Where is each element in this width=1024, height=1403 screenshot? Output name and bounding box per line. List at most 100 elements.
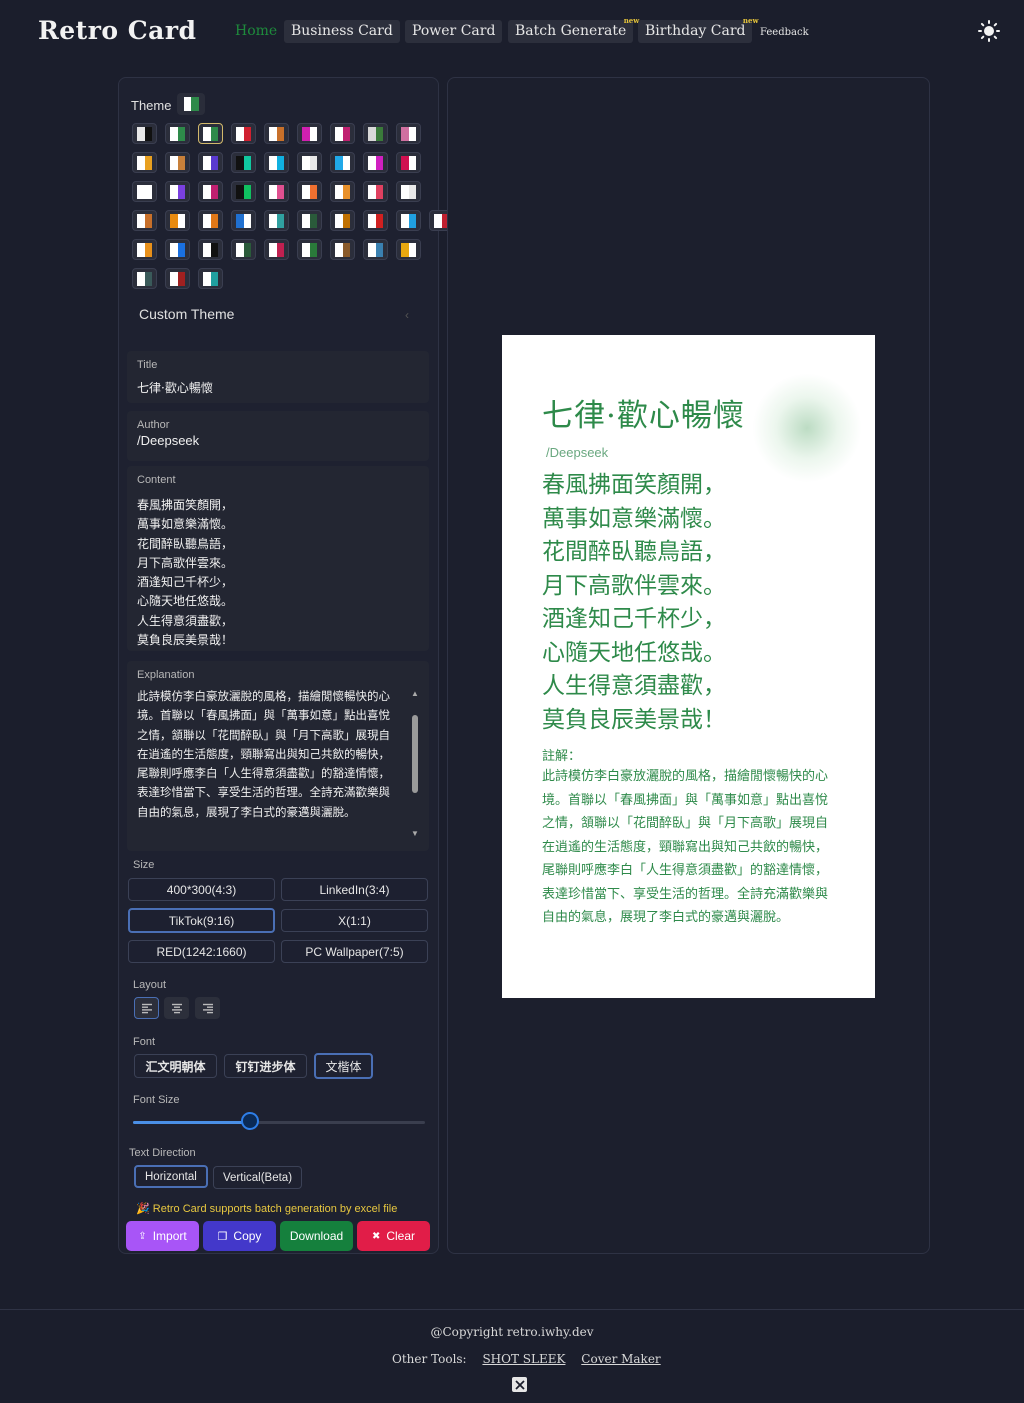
theme-swatch[interactable] bbox=[198, 239, 223, 260]
theme-swatch[interactable] bbox=[330, 152, 355, 173]
card-title: 七律·歡心暢懷 bbox=[542, 398, 745, 434]
theme-swatch[interactable] bbox=[396, 123, 421, 144]
nav-home[interactable]: Home bbox=[228, 20, 284, 43]
align-left-icon[interactable] bbox=[134, 997, 159, 1019]
content-textarea[interactable]: 春風拂面笑顏開， 萬事如意樂滿懷。 花間醉臥聽鳥語， 月下高歌伴雲來。 酒逢知己… bbox=[137, 496, 233, 650]
custom-theme-toggle[interactable]: Custom Theme bbox=[139, 306, 234, 322]
theme-swatch[interactable] bbox=[231, 152, 256, 173]
font-size-slider-handle[interactable] bbox=[240, 1112, 259, 1130]
align-center-icon[interactable] bbox=[164, 997, 189, 1019]
title-input[interactable]: 七律·歡心暢懷 bbox=[137, 379, 213, 396]
size-option-red[interactable]: RED(1242:1660) bbox=[128, 940, 275, 963]
theme-swatch[interactable] bbox=[396, 181, 421, 202]
theme-swatch[interactable] bbox=[330, 210, 355, 231]
theme-swatch[interactable] bbox=[132, 181, 157, 202]
theme-swatch[interactable] bbox=[396, 152, 421, 173]
import-button[interactable]: ⇪ Import bbox=[126, 1221, 199, 1251]
align-right-icon[interactable] bbox=[195, 997, 220, 1019]
size-option-x[interactable]: X(1:1) bbox=[281, 909, 428, 932]
theme-swatch[interactable] bbox=[297, 123, 322, 144]
theme-swatch[interactable] bbox=[132, 268, 157, 289]
explanation-textarea[interactable]: 此詩模仿李白豪放灑脫的風格，描繪閒懷暢快的心境。首聯以「春風拂面」與「萬事如意」… bbox=[137, 687, 399, 822]
theme-swatch[interactable] bbox=[297, 152, 322, 173]
font-option-huiwen[interactable]: 汇文明朝体 bbox=[134, 1054, 217, 1078]
x-icon[interactable] bbox=[512, 1377, 527, 1392]
theme-swatch[interactable] bbox=[363, 152, 388, 173]
sun-icon[interactable] bbox=[978, 20, 1000, 42]
theme-swatch[interactable] bbox=[363, 239, 388, 260]
card-content: 春風拂面笑顏開， 萬事如意樂滿懷。 花間醉臥聽鳥語， 月下高歌伴雲來。 酒逢知己… bbox=[542, 472, 726, 733]
theme-swatch[interactable] bbox=[330, 123, 355, 144]
size-option-4-3[interactable]: 400*300(4:3) bbox=[128, 878, 275, 901]
nav-feedback[interactable]: Feedback bbox=[753, 24, 816, 47]
nav-business-card[interactable]: Business Card bbox=[284, 20, 400, 43]
nav-birthday-card-label: Birthday Card bbox=[645, 23, 746, 39]
theme-swatch[interactable] bbox=[165, 123, 190, 144]
theme-swatch[interactable] bbox=[132, 239, 157, 260]
theme-swatch[interactable] bbox=[165, 152, 190, 173]
size-option-linkedin[interactable]: LinkedIn(3:4) bbox=[281, 878, 428, 901]
theme-swatch[interactable] bbox=[198, 152, 223, 173]
explanation-field[interactable]: Explanation 此詩模仿李白豪放灑脫的風格，描繪閒懷暢快的心境。首聯以「… bbox=[127, 661, 429, 851]
font-size-slider-fill bbox=[133, 1121, 250, 1124]
theme-swatch[interactable] bbox=[132, 152, 157, 173]
copy-button[interactable]: ❐ Copy bbox=[203, 1221, 276, 1251]
theme-swatch[interactable] bbox=[330, 181, 355, 202]
theme-swatch[interactable] bbox=[165, 268, 190, 289]
theme-swatch[interactable] bbox=[396, 210, 421, 231]
theme-swatch[interactable] bbox=[264, 123, 289, 144]
nav-power-card[interactable]: Power Card bbox=[405, 20, 503, 43]
theme-swatch[interactable] bbox=[198, 268, 223, 289]
theme-swatch[interactable] bbox=[297, 210, 322, 231]
content-field[interactable]: Content 春風拂面笑顏開， 萬事如意樂滿懷。 花間醉臥聽鳥語， 月下高歌伴… bbox=[127, 466, 429, 651]
theme-swatch[interactable] bbox=[231, 239, 256, 260]
chevron-left-icon[interactable]: ‹ bbox=[405, 308, 409, 322]
theme-swatch[interactable] bbox=[165, 239, 190, 260]
author-field[interactable]: Author /Deepseek bbox=[127, 411, 429, 461]
theme-swatch[interactable] bbox=[231, 210, 256, 231]
theme-swatch[interactable] bbox=[231, 123, 256, 144]
size-option-tiktok[interactable]: TikTok(9:16) bbox=[128, 908, 275, 933]
theme-swatch[interactable] bbox=[165, 181, 190, 202]
theme-swatch[interactable] bbox=[132, 210, 157, 231]
theme-swatch[interactable] bbox=[330, 239, 355, 260]
theme-swatch[interactable] bbox=[363, 123, 388, 144]
logo[interactable]: Retro Card bbox=[38, 16, 197, 45]
theme-swatch[interactable] bbox=[264, 210, 289, 231]
nav-batch-generate[interactable]: Batch Generate new bbox=[508, 16, 639, 43]
scrollbar[interactable]: ▲ ▼ bbox=[411, 689, 421, 839]
theme-swatch[interactable] bbox=[231, 181, 256, 202]
theme-swatch[interactable] bbox=[297, 181, 322, 202]
font-size-slider[interactable] bbox=[133, 1121, 425, 1124]
font-option-dingding[interactable]: 钉钉进步体 bbox=[224, 1054, 307, 1078]
direction-horizontal[interactable]: Horizontal bbox=[134, 1165, 208, 1188]
theme-swatch[interactable] bbox=[264, 181, 289, 202]
theme-swatch[interactable] bbox=[132, 123, 157, 144]
theme-swatch[interactable] bbox=[396, 239, 421, 260]
footer-divider bbox=[0, 1309, 1024, 1310]
download-button[interactable]: Download bbox=[280, 1221, 353, 1251]
theme-swatch[interactable] bbox=[264, 152, 289, 173]
scroll-thumb[interactable] bbox=[412, 715, 418, 793]
link-shot-sleek[interactable]: SHOT SLEEK bbox=[482, 1352, 565, 1366]
author-label: Author bbox=[137, 419, 170, 431]
author-input[interactable]: /Deepseek bbox=[137, 433, 199, 448]
font-option-wenkai[interactable]: 文楷体 bbox=[314, 1053, 373, 1079]
theme-swatch[interactable] bbox=[198, 181, 223, 202]
theme-swatch[interactable] bbox=[297, 239, 322, 260]
theme-swatch[interactable] bbox=[363, 181, 388, 202]
link-cover-maker[interactable]: Cover Maker bbox=[581, 1352, 660, 1366]
theme-swatch[interactable] bbox=[198, 210, 223, 231]
theme-swatch[interactable] bbox=[198, 123, 223, 144]
nav-birthday-card[interactable]: Birthday Card new bbox=[638, 16, 758, 43]
current-theme-swatch[interactable] bbox=[177, 93, 205, 115]
size-option-pc-wallpaper[interactable]: PC Wallpaper(7:5) bbox=[281, 940, 428, 963]
theme-swatch[interactable] bbox=[165, 210, 190, 231]
theme-swatch[interactable] bbox=[264, 239, 289, 260]
scroll-up-icon[interactable]: ▲ bbox=[411, 689, 419, 698]
title-field[interactable]: Title 七律·歡心暢懷 bbox=[127, 351, 429, 403]
scroll-down-icon[interactable]: ▼ bbox=[411, 829, 419, 838]
direction-vertical[interactable]: Vertical(Beta) bbox=[213, 1166, 303, 1189]
clear-button[interactable]: ✖ Clear bbox=[357, 1221, 430, 1251]
theme-swatch[interactable] bbox=[363, 210, 388, 231]
